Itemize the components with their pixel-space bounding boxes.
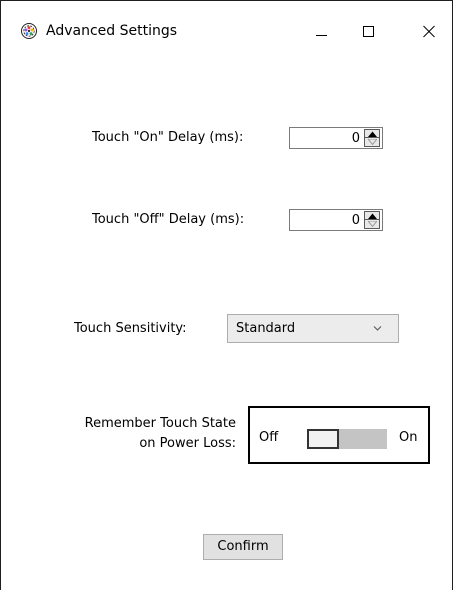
chevron-down-icon — [373, 326, 382, 331]
remember-touch-state-label: Remember Touch State on Power Loss: — [50, 416, 236, 452]
touch-off-delay-spinner[interactable]: 0 — [289, 209, 383, 231]
toggle-off-label: Off — [259, 430, 279, 445]
maximize-icon — [363, 26, 374, 37]
touch-on-delay-label: Touch "On" Delay (ms): — [92, 130, 244, 145]
decrement-button[interactable] — [364, 138, 380, 147]
arrow-down-icon — [368, 139, 377, 145]
remember-touch-state-toggle-group: Off On — [248, 406, 430, 464]
confirm-button[interactable]: Confirm — [203, 534, 283, 560]
remember-touch-state-label-line1: Remember Touch State — [84, 416, 236, 431]
remember-touch-state-toggle[interactable] — [307, 429, 387, 449]
maximize-button[interactable] — [345, 15, 391, 47]
remember-touch-state-label-line2: on Power Loss: — [139, 436, 236, 451]
minimize-icon — [316, 35, 327, 36]
advanced-settings-window: Advanced Settings Touch "On" Delay (ms):… — [0, 0, 453, 590]
touch-off-delay-value[interactable]: 0 — [352, 213, 360, 228]
touch-sensitivity-selected: Standard — [236, 321, 296, 336]
increment-button[interactable] — [364, 211, 380, 220]
touch-on-delay-value[interactable]: 0 — [352, 131, 360, 146]
toggle-thumb[interactable] — [307, 429, 339, 449]
close-icon — [423, 25, 435, 38]
touch-on-delay-spinner[interactable]: 0 — [289, 127, 383, 149]
decrement-button[interactable] — [364, 220, 380, 229]
increment-button[interactable] — [364, 129, 380, 138]
window-title: Advanced Settings — [46, 23, 178, 39]
touch-off-delay-label: Touch "Off" Delay (ms): — [92, 212, 245, 227]
touch-sensitivity-dropdown[interactable]: Standard — [227, 314, 399, 343]
gear-flower-icon — [20, 22, 38, 40]
spinner-arrows — [364, 211, 380, 229]
minimize-button[interactable] — [298, 15, 344, 47]
touch-sensitivity-label: Touch Sensitivity: — [74, 321, 187, 336]
arrow-up-icon — [368, 213, 377, 219]
title-bar[interactable]: Advanced Settings — [1, 1, 452, 39]
toggle-on-label: On — [399, 430, 418, 445]
spinner-arrows — [364, 129, 380, 147]
close-button[interactable] — [406, 15, 452, 47]
arrow-down-icon — [368, 221, 377, 227]
arrow-up-icon — [368, 131, 377, 137]
